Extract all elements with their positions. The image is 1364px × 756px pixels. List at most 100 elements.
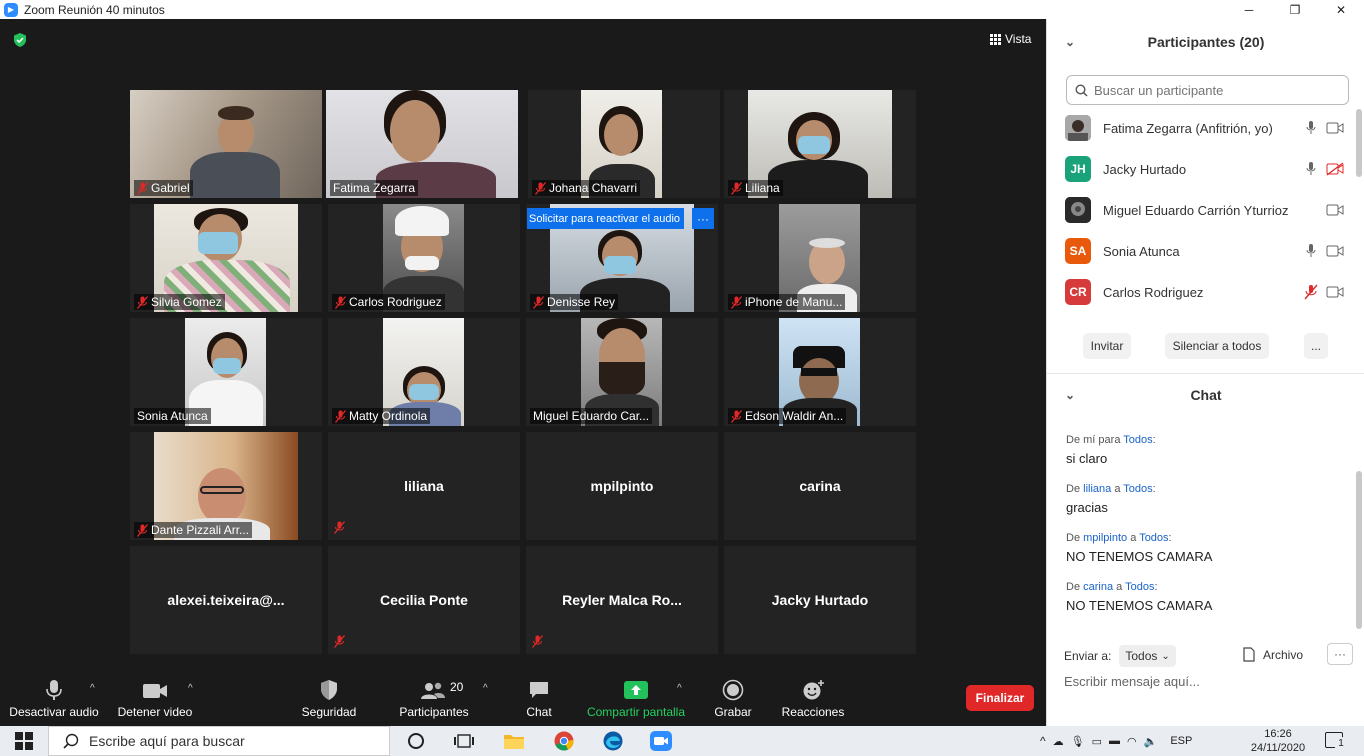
end-meeting-button[interactable]: Finalizar xyxy=(966,685,1034,711)
show-hidden-icons-chevron[interactable]: ^ xyxy=(1040,734,1046,748)
muted-mic-icon xyxy=(137,181,148,195)
audio-options-caret[interactable]: ^ xyxy=(90,683,95,694)
security-shield-icon[interactable] xyxy=(12,32,28,48)
video-tile[interactable]: Dante Pizzali Arr... xyxy=(130,432,322,540)
participants-scrollbar[interactable] xyxy=(1356,109,1362,177)
wifi-icon[interactable]: ◠ xyxy=(1127,735,1137,748)
participant-row[interactable]: Miguel Eduardo Carrión Yturrioz xyxy=(1065,195,1345,225)
video-tile-active-speaker[interactable]: Fatima Zegarra xyxy=(326,90,518,198)
reactions-button[interactable]: Reacciones xyxy=(780,673,846,726)
view-button[interactable]: Vista xyxy=(990,32,1031,46)
chat-message-input[interactable] xyxy=(1064,674,1344,689)
reactivate-audio-banner[interactable]: Solicitar para reactivar el audio xyxy=(527,208,685,229)
mute-all-button[interactable]: Silenciar a todos xyxy=(1165,333,1269,359)
participant-search[interactable] xyxy=(1066,75,1349,105)
collapse-chat-chevron-icon[interactable]: ⌄ xyxy=(1065,388,1075,402)
participants-options-caret[interactable]: ^ xyxy=(483,683,488,694)
record-button[interactable]: Grabar xyxy=(710,673,756,726)
video-tile[interactable]: Sonia Atunca xyxy=(130,318,322,426)
video-off-icon[interactable] xyxy=(1325,162,1345,176)
notification-center-icon[interactable]: 1 xyxy=(1325,732,1348,751)
edge-icon[interactable] xyxy=(602,730,624,752)
name-only-tile[interactable]: mpilpinto xyxy=(526,432,718,540)
participant-row[interactable]: CR Carlos Rodriguez xyxy=(1065,277,1345,307)
reactivate-more-button[interactable]: ··· xyxy=(692,208,714,229)
windows-start-icon[interactable] xyxy=(15,732,33,750)
file-button[interactable]: Archivo xyxy=(1243,647,1303,662)
video-tile[interactable]: Edson Waldir An... xyxy=(724,318,916,426)
video-camera-icon[interactable] xyxy=(1325,286,1345,298)
participant-row[interactable]: SA Sonia Atunca xyxy=(1065,236,1345,266)
name-only-tile[interactable]: alexei.teixeira@... xyxy=(130,546,322,654)
file-explorer-icon[interactable] xyxy=(503,730,525,752)
language-indicator[interactable]: ESP xyxy=(1170,735,1192,747)
video-tile[interactable]: Matty Ordinola xyxy=(328,318,520,426)
chat-title: Chat xyxy=(1190,387,1222,403)
participant-row[interactable]: Fatima Zegarra (Anfitrión, yo) xyxy=(1065,113,1345,143)
participant-row[interactable]: JH Jacky Hurtado xyxy=(1065,154,1345,184)
participant-search-input[interactable] xyxy=(1094,82,1334,98)
task-view-icon[interactable] xyxy=(453,730,475,752)
stop-video-button[interactable]: Detener video xyxy=(112,673,198,726)
window-title: Zoom Reunión 40 minutos xyxy=(24,2,165,17)
video-camera-icon[interactable] xyxy=(1325,122,1345,134)
microphone-icon[interactable] xyxy=(1301,121,1321,135)
battery-icon[interactable]: ▬ xyxy=(1109,735,1120,747)
video-tile[interactable]: Silvia Gomez xyxy=(130,204,322,312)
name-only-tile[interactable]: liliana xyxy=(328,432,520,540)
security-button[interactable]: Seguridad xyxy=(296,673,362,726)
name-only-tile[interactable]: Cecilia Ponte xyxy=(328,546,520,654)
video-options-caret[interactable]: ^ xyxy=(188,683,193,694)
chrome-icon[interactable] xyxy=(553,730,575,752)
network-icon[interactable]: ▭ xyxy=(1092,735,1102,748)
microphone-icon[interactable] xyxy=(1301,162,1321,176)
send-to-dropdown[interactable]: Todos ⌄ xyxy=(1119,645,1176,667)
muted-mic-icon[interactable] xyxy=(1301,284,1321,300)
send-to-control: Enviar a: Todos ⌄ xyxy=(1064,645,1176,667)
participant-display-name: carina xyxy=(799,478,841,494)
name-only-tile[interactable]: carina xyxy=(724,432,916,540)
video-camera-icon[interactable] xyxy=(1325,245,1345,257)
invite-button[interactable]: Invitar xyxy=(1083,333,1131,359)
share-options-caret[interactable]: ^ xyxy=(677,683,682,694)
video-tile[interactable]: Gabriel xyxy=(130,90,322,198)
name-only-tile[interactable]: Jacky Hurtado xyxy=(724,546,916,654)
microphone-tray-icon[interactable]: 🎙 xyxy=(1071,735,1085,748)
muted-mic-icon xyxy=(335,295,346,309)
video-gallery: Vista Gabriel Fatima Zegarra Johana Chav… xyxy=(0,19,1046,673)
chat-message-text: NO TENEMOS CAMARA xyxy=(1066,598,1213,613)
name-only-tile[interactable]: Reyler Malca Ro... xyxy=(526,546,718,654)
restore-button[interactable]: ❐ xyxy=(1272,0,1318,19)
video-tile[interactable]: iPhone de Manu... xyxy=(724,204,916,312)
video-tile[interactable]: Johana Chavarri xyxy=(528,90,720,198)
video-camera-icon[interactable] xyxy=(1325,204,1345,216)
participants-more-button[interactable]: ... xyxy=(1304,333,1328,359)
participant-name: Miguel Eduardo Carrión Yturrioz xyxy=(1103,202,1289,218)
share-screen-button[interactable]: Compartir pantalla xyxy=(582,673,690,726)
chevron-down-icon: ⌄ xyxy=(1161,650,1170,662)
reactivate-audio-label: Solicitar para reactivar el audio xyxy=(529,212,681,225)
volume-icon[interactable]: 🔈 xyxy=(1144,735,1158,748)
video-tile[interactable]: Liliana xyxy=(724,90,916,198)
cortana-icon[interactable] xyxy=(405,730,427,752)
participants-button[interactable]: 20 Participantes xyxy=(396,673,472,726)
taskbar-clock[interactable]: 16:26 24/11/2020 xyxy=(1248,727,1308,755)
search-icon xyxy=(1075,83,1088,97)
zoom-app-icon[interactable] xyxy=(650,730,672,752)
chat-scrollbar[interactable] xyxy=(1356,471,1362,629)
chat-more-button[interactable]: ··· xyxy=(1327,643,1353,665)
onedrive-icon[interactable]: ☁ xyxy=(1053,735,1064,748)
minimize-button[interactable]: ─ xyxy=(1226,0,1272,19)
system-tray: ^ ☁ 🎙 ▭ ▬ ◠ 🔈 ESP xyxy=(1040,726,1192,756)
microphone-icon[interactable] xyxy=(1301,244,1321,258)
close-button[interactable]: ✕ xyxy=(1318,0,1364,19)
participant-name-label: Liliana xyxy=(728,180,783,196)
video-tile[interactable]: Miguel Eduardo Car... xyxy=(526,318,718,426)
participant-name-label: Matty Ordinola xyxy=(332,408,431,424)
video-tile[interactable]: Carlos Rodriguez xyxy=(328,204,520,312)
taskbar-search[interactable]: Escribe aquí para buscar xyxy=(48,726,390,756)
mute-audio-button[interactable]: Desactivar audio xyxy=(4,673,104,726)
collapse-participants-chevron-icon[interactable]: ⌄ xyxy=(1065,35,1075,49)
grid-view-icon xyxy=(990,33,1001,45)
chat-button[interactable]: Chat xyxy=(516,673,562,726)
